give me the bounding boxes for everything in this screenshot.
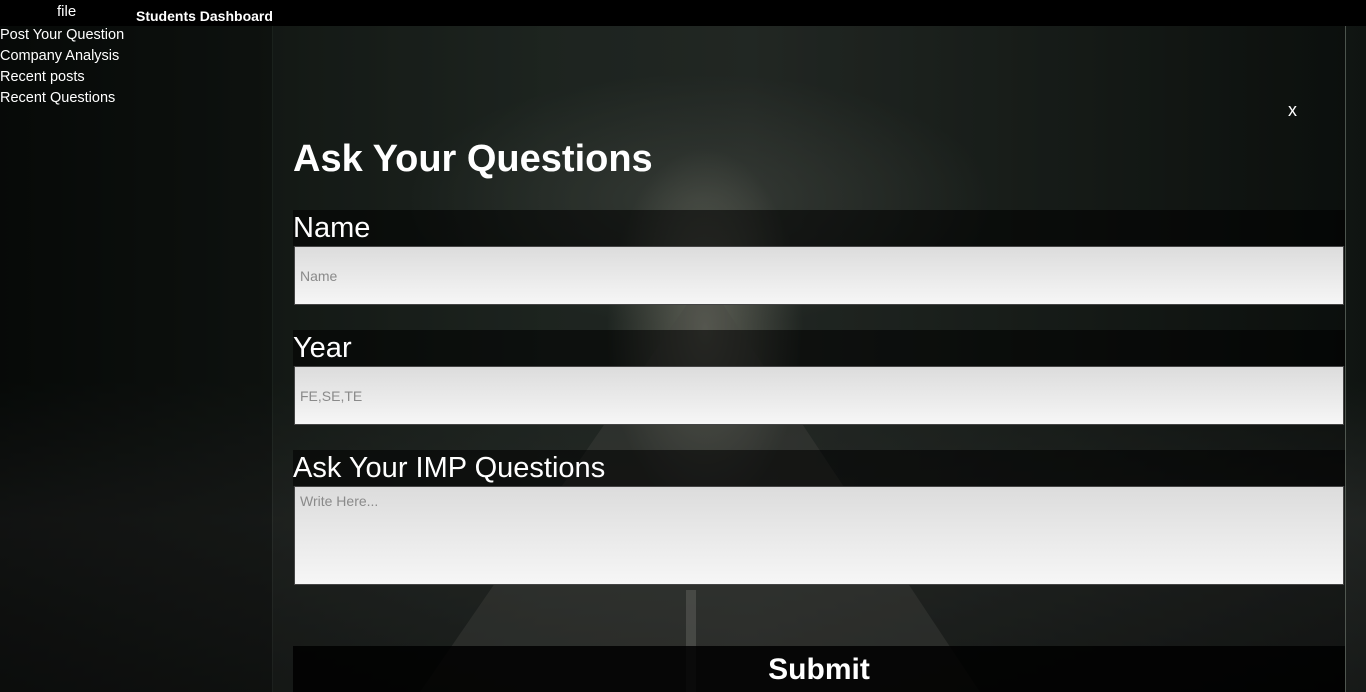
close-button[interactable]: x — [1288, 100, 1297, 121]
brand-logo-text[interactable]: file — [57, 3, 76, 20]
year-input[interactable] — [294, 366, 1344, 425]
sidebar-item-company-analysis[interactable]: Company Analysis — [0, 46, 124, 67]
page-title: Students Dashboard — [136, 8, 273, 24]
question-textarea[interactable] — [294, 486, 1344, 585]
sidebar-nav: Post Your Question Company Analysis Rece… — [0, 25, 124, 109]
name-label: Name — [293, 210, 1345, 246]
page: Post Your Question Company Analysis Rece… — [0, 0, 1366, 692]
question-label: Ask Your IMP Questions — [293, 450, 1345, 486]
modal-title: Ask Your Questions — [293, 138, 653, 180]
year-label: Year — [293, 330, 1345, 366]
sidebar-item-recent-questions[interactable]: Recent Questions — [0, 88, 124, 109]
name-input[interactable] — [294, 246, 1344, 305]
sidebar: Post Your Question Company Analysis Rece… — [0, 0, 272, 692]
ask-question-modal: x Ask Your Questions Name Year Ask Your … — [273, 26, 1346, 692]
sidebar-item-recent-posts[interactable]: Recent posts — [0, 67, 124, 88]
sidebar-item-post-your-question[interactable]: Post Your Question — [0, 25, 124, 46]
submit-button[interactable]: Submit — [293, 646, 1345, 692]
